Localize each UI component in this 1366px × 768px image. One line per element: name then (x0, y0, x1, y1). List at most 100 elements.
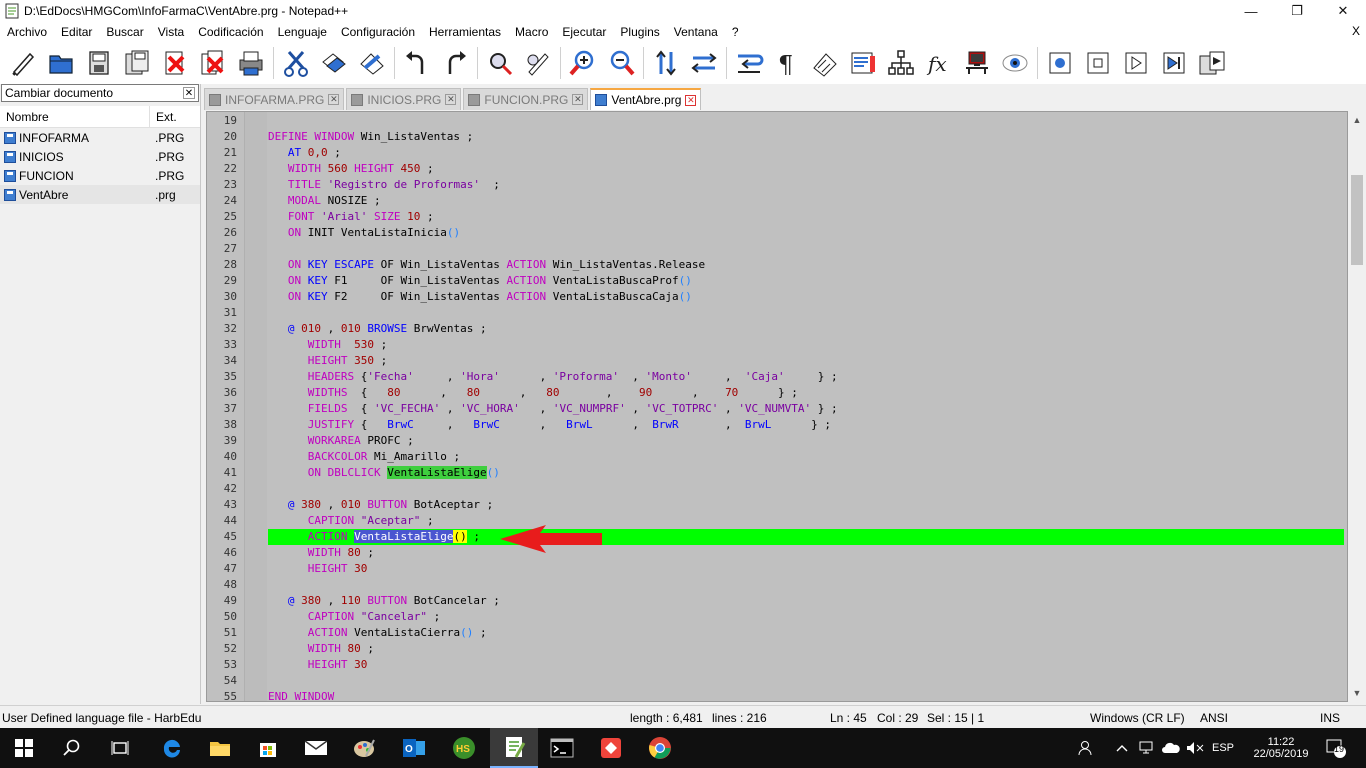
show-hidden-icons-icon[interactable] (1112, 728, 1132, 768)
volume-muted-icon[interactable] (1185, 728, 1205, 768)
document-list-item[interactable]: FUNCION .PRG (0, 166, 200, 185)
code-line: ON DBLCLICK VentaListaElige() (307, 466, 500, 479)
menu-macro[interactable]: Macro (508, 25, 555, 39)
close-tab-icon[interactable]: ✕ (445, 94, 457, 105)
anydesk-taskbar-app[interactable] (587, 728, 635, 768)
document-map-icon[interactable] (882, 44, 920, 82)
replace-icon[interactable] (519, 44, 557, 82)
menu-vista[interactable]: Vista (151, 25, 191, 39)
menu-plugins[interactable]: Plugins (613, 25, 666, 39)
code-editor[interactable]: 19 20 21 22 23 24 25 26 27 28 29 30 31 3… (206, 111, 1348, 702)
line-number: 27 (223, 242, 237, 255)
column-header-name[interactable]: Nombre (0, 105, 150, 128)
search-icon (63, 739, 80, 756)
hs-taskbar-app[interactable]: HS (440, 728, 488, 768)
play-macro-icon[interactable] (1117, 44, 1155, 82)
sync-horizontal-icon[interactable] (685, 44, 723, 82)
input-language[interactable]: ESP (1208, 728, 1238, 768)
people-icon[interactable] (1074, 728, 1100, 768)
close-panel-icon[interactable]: ✕ (183, 87, 195, 99)
find-icon[interactable] (481, 44, 519, 82)
menu-buscar[interactable]: Buscar (99, 25, 150, 39)
new-file-icon[interactable] (4, 44, 42, 82)
menu-lenguaje[interactable]: Lenguaje (271, 25, 334, 39)
store-taskbar-app[interactable] (244, 728, 292, 768)
zoom-in-icon[interactable] (564, 44, 602, 82)
paste-icon[interactable] (353, 44, 391, 82)
onedrive-icon[interactable] (1160, 728, 1182, 768)
outlook-taskbar-app[interactable]: O (390, 728, 438, 768)
close-tab-icon[interactable]: ✕ (685, 94, 697, 106)
line-number: 28 (223, 258, 237, 271)
print-icon[interactable] (232, 44, 270, 82)
indent-guide-icon[interactable] (806, 44, 844, 82)
stop-macro-icon[interactable] (1079, 44, 1117, 82)
code-line: WORKAREA PROFC ; (307, 434, 414, 447)
close-icon[interactable] (156, 44, 194, 82)
minimize-button[interactable]: — (1228, 0, 1274, 22)
scroll-thumb[interactable] (1351, 175, 1363, 265)
cut-icon[interactable] (277, 44, 315, 82)
folder-workspace-icon[interactable] (958, 44, 996, 82)
menu-ventana[interactable]: Ventana (667, 25, 725, 39)
run-macro-multiple-icon[interactable] (1155, 44, 1193, 82)
clock[interactable]: 11:22 22/05/2019 (1246, 728, 1316, 768)
save-icon[interactable] (80, 44, 118, 82)
search-button[interactable] (48, 728, 96, 768)
paint-taskbar-app[interactable] (340, 728, 388, 768)
start-button[interactable] (0, 728, 48, 768)
mail-taskbar-app[interactable] (292, 728, 340, 768)
record-macro-icon[interactable] (1041, 44, 1079, 82)
menu-editar[interactable]: Editar (54, 25, 99, 39)
line-number: 45 (223, 530, 237, 543)
redo-icon[interactable] (436, 44, 474, 82)
task-view-button[interactable] (96, 728, 144, 768)
monitoring-icon[interactable] (996, 44, 1034, 82)
scroll-down-icon[interactable]: ▼ (1348, 684, 1366, 702)
menu-herramientas[interactable]: Herramientas (422, 25, 508, 39)
document-list-item-selected[interactable]: VentAbre .prg (0, 185, 200, 204)
chrome-taskbar-app[interactable] (636, 728, 684, 768)
save-macro-icon[interactable] (1193, 44, 1231, 82)
edge-taskbar-app[interactable] (148, 728, 196, 768)
menu-help[interactable]: ? (725, 25, 746, 39)
menu-codificacion[interactable]: Codificación (191, 25, 270, 39)
code-line: HEADERS {'Fecha' , 'Hora' , 'Proforma' ,… (307, 370, 838, 383)
undo-icon[interactable] (398, 44, 436, 82)
notepadpp-taskbar-app[interactable] (490, 728, 538, 768)
line-number: 33 (223, 338, 237, 351)
open-file-icon[interactable] (42, 44, 80, 82)
file-explorer-taskbar-app[interactable] (196, 728, 244, 768)
network-icon[interactable] (1136, 728, 1156, 768)
console-taskbar-app[interactable] (538, 728, 586, 768)
document-list-item[interactable]: INICIOS .PRG (0, 147, 200, 166)
show-all-chars-icon[interactable]: ¶ (768, 44, 806, 82)
close-window-button[interactable]: ✕ (1320, 0, 1366, 22)
close-tab-icon[interactable]: ✕ (328, 94, 340, 105)
function-list-icon[interactable]: fx (920, 44, 958, 82)
column-header-ext[interactable]: Ext. (150, 110, 177, 124)
menu-archivo[interactable]: Archivo (0, 25, 54, 39)
tab-inicios[interactable]: INICIOS.PRG ✕ (346, 88, 462, 110)
tab-infofarma[interactable]: INFOFARMA.PRG ✕ (204, 88, 345, 110)
action-center-button[interactable]: 19 (1322, 728, 1350, 768)
document-list-item[interactable]: INFOFARMA .PRG (0, 128, 200, 147)
menu-configuracion[interactable]: Configuración (334, 25, 422, 39)
close-tab-icon[interactable]: ✕ (572, 94, 584, 105)
language-icon[interactable] (844, 44, 882, 82)
menu-ejecutar[interactable]: Ejecutar (555, 25, 613, 39)
vertical-scrollbar[interactable]: ▲ ▼ (1348, 111, 1366, 702)
maximize-button[interactable]: ❐ (1274, 0, 1320, 22)
close-all-icon[interactable] (194, 44, 232, 82)
sync-vertical-icon[interactable] (647, 44, 685, 82)
scroll-up-icon[interactable]: ▲ (1348, 111, 1366, 129)
copy-icon[interactable] (315, 44, 353, 82)
close-document-button[interactable]: X (1352, 24, 1360, 38)
tab-funcion[interactable]: FUNCION.PRG ✕ (463, 88, 589, 110)
save-all-icon[interactable] (118, 44, 156, 82)
tab-ventabre[interactable]: VentAbre.prg ✕ (590, 88, 702, 110)
zoom-out-icon[interactable] (602, 44, 640, 82)
line-number: 55 (223, 690, 237, 702)
word-wrap-icon[interactable] (730, 44, 768, 82)
code-line: JUSTIFY { BrwC , BrwC , BrwL , BrwR , Br… (307, 418, 832, 431)
